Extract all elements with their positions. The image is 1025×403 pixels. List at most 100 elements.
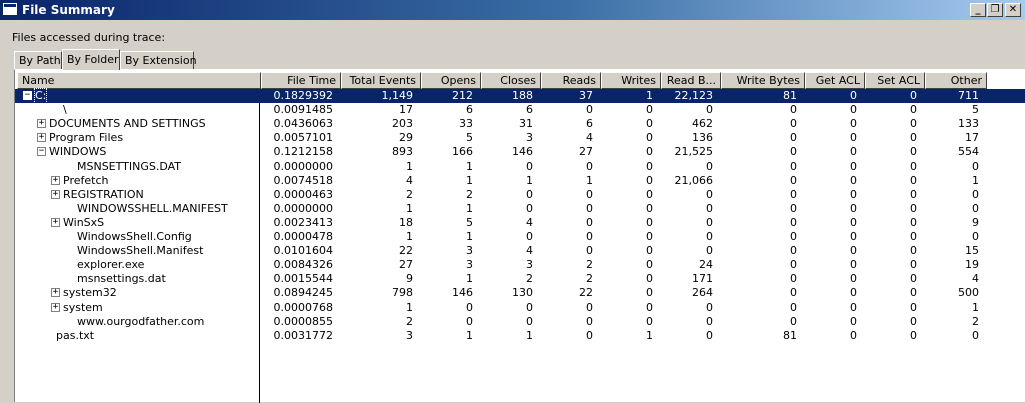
row-name-label: WindowsShell.Config <box>77 230 192 243</box>
set-acl-cell: 0 <box>910 187 917 201</box>
writes-cell: 0 <box>646 131 653 145</box>
expand-icon[interactable]: + <box>37 133 46 143</box>
title-bar[interactable]: File Summary _ ❐ ✕ <box>0 0 1025 20</box>
name-cell: pas.txt <box>15 329 259 343</box>
table-row[interactable]: WindowsShell.Config 0.0000478 1 1 0 0 0 0 0 0 0 0 <box>15 230 1025 244</box>
header-write-bytes[interactable]: Write Bytes <box>721 72 805 89</box>
get-acl-cell: 0 <box>850 201 857 215</box>
header-file-time[interactable]: File Time <box>261 72 341 89</box>
reads-cell: 2 <box>586 272 593 286</box>
table-row[interactable]: WindowsShell.Manifest 0.0101604 22 3 4 0 0 0 0 0 0… <box>15 244 1025 258</box>
total-events-cell: 29 <box>399 131 413 145</box>
expand-icon[interactable]: + <box>51 189 60 199</box>
total-events-cell: 1,149 <box>381 89 414 102</box>
header-opens[interactable]: Opens <box>421 72 481 89</box>
window-app-icon[interactable] <box>3 3 17 15</box>
other-cell: 0 <box>972 159 979 173</box>
tab-by-extension[interactable]: By Extension <box>120 51 197 69</box>
row-name-label: C: <box>33 88 48 104</box>
read-bytes-cell: 21,525 <box>674 145 714 159</box>
other-cell: 9 <box>972 215 979 229</box>
total-events-cell: 1 <box>406 300 413 314</box>
expand-icon[interactable]: + <box>51 217 60 227</box>
other-cell: 2 <box>972 314 979 328</box>
table-row[interactable]: + WinSxS 0.0023413 18 5 4 0 0 0 0 0 0 9 <box>15 216 1025 230</box>
read-bytes-cell: 0 <box>706 244 713 258</box>
writes-cell: 0 <box>646 201 653 215</box>
get-acl-cell: 0 <box>850 117 857 131</box>
header-other[interactable]: Other <box>925 72 987 89</box>
write-bytes-cell: 0 <box>790 300 797 314</box>
table-row[interactable]: + Prefetch 0.0074518 4 1 1 1 0 21,066 0 0 0 1 <box>15 174 1025 188</box>
header-read-bytes[interactable]: Read B... <box>661 72 721 89</box>
header-total-events[interactable]: Total Events <box>341 72 421 89</box>
reads-cell: 1 <box>586 173 593 187</box>
table-row[interactable]: WINDOWSSHELL.MANIFEST 0.0000000 1 1 0 0 0 0 0 0 0 0 <box>15 202 1025 216</box>
close-button[interactable]: ✕ <box>1005 3 1021 17</box>
closes-cell: 1 <box>526 173 533 187</box>
row-name-label: www.ourgodfather.com <box>77 314 205 328</box>
read-bytes-cell: 0 <box>706 328 713 342</box>
writes-cell: 0 <box>646 300 653 314</box>
write-bytes-cell: 0 <box>790 145 797 159</box>
header-reads[interactable]: Reads <box>541 72 601 89</box>
total-events-cell: 27 <box>399 258 413 272</box>
tab-by-path[interactable]: By Path <box>14 51 62 69</box>
row-name-label: WINDOWSSHELL.MANIFEST <box>77 201 228 215</box>
set-acl-cell: 0 <box>910 131 917 145</box>
write-bytes-cell: 0 <box>790 131 797 145</box>
window-title: File Summary <box>22 3 115 17</box>
expand-icon[interactable]: + <box>37 119 46 129</box>
collapse-icon[interactable]: − <box>37 147 46 157</box>
reads-cell: 0 <box>586 244 593 258</box>
row-name-label: Program Files <box>49 131 124 145</box>
write-bytes-cell: 0 <box>790 272 797 286</box>
total-events-cell: 22 <box>399 244 413 258</box>
row-name-label: DOCUMENTS AND SETTINGS <box>49 117 206 131</box>
collapse-icon[interactable]: − <box>23 91 32 100</box>
table-row[interactable]: + system32 0.0894245 798 146 130 22 0 264 0 0 0 500 <box>15 286 1025 300</box>
table-row[interactable]: MSNSETTINGS.DAT 0.0000000 1 1 0 0 0 0 0 0 0 0 <box>15 160 1025 174</box>
tab-by-folder[interactable]: By Folder <box>62 49 120 70</box>
write-bytes-cell: 81 <box>783 89 797 102</box>
header-writes[interactable]: Writes <box>601 72 661 89</box>
header-closes[interactable]: Closes <box>481 72 541 89</box>
minimize-button[interactable]: _ <box>970 3 986 17</box>
other-cell: 133 <box>958 117 979 131</box>
row-name-label: system32 <box>63 286 117 300</box>
restore-button[interactable]: ❐ <box>987 3 1003 17</box>
expand-icon[interactable]: + <box>51 302 60 312</box>
table-row[interactable]: + Program Files 0.0057101 29 5 3 4 0 136 0 0 0 17 <box>15 131 1025 145</box>
writes-cell: 0 <box>646 159 653 173</box>
write-bytes-cell: 0 <box>790 230 797 243</box>
header-name[interactable]: Name <box>17 72 261 89</box>
set-acl-cell: 0 <box>910 103 917 117</box>
expand-icon[interactable]: + <box>51 288 60 298</box>
row-name-label: WINDOWS <box>49 145 107 159</box>
header-get-acl[interactable]: Get ACL <box>805 72 865 89</box>
header-set-acl[interactable]: Set ACL <box>865 72 925 89</box>
total-events-cell: 3 <box>406 328 413 342</box>
table-row[interactable]: + REGISTRATION 0.0000463 2 2 0 0 0 0 0 0 0 0 <box>15 188 1025 202</box>
table-row[interactable]: explorer.exe 0.0084326 27 3 3 2 0 24 0 0 0 19 <box>15 258 1025 272</box>
name-cell: − C: <box>15 88 259 104</box>
reads-cell: 0 <box>586 230 593 243</box>
set-acl-cell: 0 <box>910 159 917 173</box>
table-row[interactable]: www.ourgodfather.com 0.0000855 2 0 0 0 0 0 0 0 0 2 <box>15 315 1025 329</box>
table-row[interactable]: \ 0.0091485 17 6 6 0 0 0 0 0 0 5 <box>15 103 1025 117</box>
table-row[interactable]: + system 0.0000768 1 0 0 0 0 0 0 0 0 1 <box>15 301 1025 315</box>
table-row[interactable]: − C: 0.1829392 1,149 212 188 37 1 22,123 81 0 0 711 <box>15 88 1025 104</box>
table-row[interactable]: pas.txt 0.0031772 3 1 1 0 1 0 81 0 0 0 <box>15 329 1025 343</box>
folder-summary-list[interactable]: Name File Time Total Events Opens Closes Read… <box>14 69 1025 403</box>
name-cell: WindowsShell.Config <box>15 230 259 244</box>
table-row[interactable]: msnsettings.dat 0.0015544 9 1 2 2 0 171 0 0 0 4 <box>15 272 1025 286</box>
other-cell: 17 <box>965 131 979 145</box>
expand-icon[interactable]: + <box>51 175 60 185</box>
reads-cell: 0 <box>586 314 593 328</box>
set-acl-cell: 0 <box>910 145 917 159</box>
table-row[interactable]: − WINDOWS 0.1212158 893 166 146 27 0 21,525 0 0 0 55… <box>15 145 1025 159</box>
table-row[interactable]: + DOCUMENTS AND SETTINGS 0.0436063 203 33 31 6… <box>15 117 1025 131</box>
read-bytes-cell: 0 <box>706 300 713 314</box>
write-bytes-cell: 0 <box>790 159 797 173</box>
file-time-cell: 0.0091485 <box>273 103 334 117</box>
